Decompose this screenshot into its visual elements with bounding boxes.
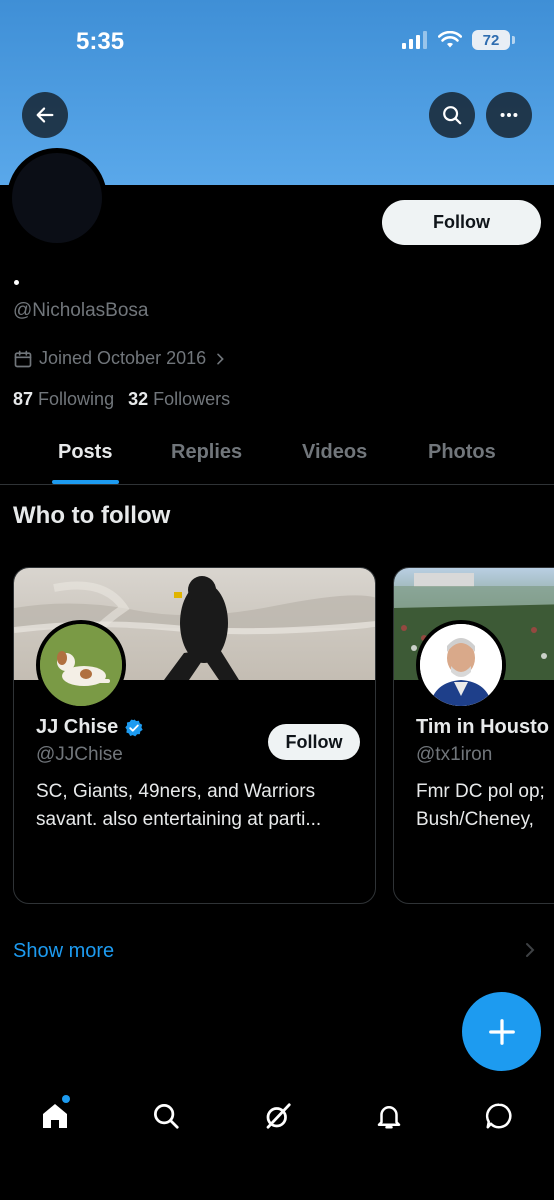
profile-avatar[interactable] bbox=[7, 148, 107, 248]
display-name bbox=[14, 280, 19, 285]
card-avatar bbox=[36, 620, 126, 710]
nav-notifications[interactable] bbox=[373, 1100, 405, 1132]
wifi-icon bbox=[438, 31, 462, 48]
show-more-link[interactable]: Show more bbox=[13, 940, 114, 963]
who-to-follow-title: Who to follow bbox=[13, 502, 171, 529]
following-link[interactable]: 87 Following bbox=[13, 389, 114, 410]
verified-badge-icon bbox=[125, 718, 143, 736]
active-tab-indicator bbox=[52, 480, 119, 484]
card-bio: SC, Giants, 49ners, and Warriors savant.… bbox=[36, 781, 322, 830]
card-bio-line: Bush/Cheney, bbox=[416, 809, 534, 830]
tab-replies[interactable]: Replies bbox=[171, 441, 242, 464]
more-button[interactable] bbox=[486, 92, 532, 138]
bell-icon bbox=[377, 1106, 401, 1129]
chevron-right-icon bbox=[524, 942, 536, 963]
chevron-right-icon bbox=[217, 353, 224, 364]
home-icon bbox=[43, 1104, 67, 1128]
home-notification-dot bbox=[62, 1095, 70, 1103]
signal-icon bbox=[402, 31, 427, 49]
followers-label: Followers bbox=[153, 389, 231, 409]
profile-tabs: Posts Replies Videos Photos bbox=[0, 425, 554, 485]
nav-messages[interactable] bbox=[483, 1100, 515, 1132]
followers-link[interactable]: 32 Followers bbox=[128, 389, 230, 410]
card-follow-button[interactable]: Follow bbox=[268, 724, 360, 760]
following-count: 87 bbox=[13, 389, 34, 409]
status-time: 5:35 bbox=[76, 28, 125, 55]
tab-photos[interactable]: Photos bbox=[428, 441, 496, 464]
plus-icon bbox=[488, 1018, 515, 1045]
card-bio-line: Fmr DC pol op; bbox=[416, 781, 545, 802]
card-handle: @tx1iron bbox=[416, 744, 493, 765]
followers-count: 32 bbox=[128, 389, 149, 409]
nav-home[interactable] bbox=[39, 1100, 71, 1132]
joined-text: Joined October 2016 bbox=[39, 348, 207, 368]
nav-grok[interactable] bbox=[262, 1100, 294, 1132]
bottom-nav bbox=[0, 1085, 554, 1200]
nav-search[interactable] bbox=[150, 1100, 182, 1132]
card-name-text: JJ Chise bbox=[36, 716, 119, 738]
search-icon bbox=[443, 106, 462, 125]
ellipsis-icon bbox=[500, 112, 518, 118]
following-label: Following bbox=[38, 389, 115, 409]
back-button[interactable] bbox=[22, 92, 68, 138]
dog-avatar-image bbox=[40, 624, 122, 706]
messages-icon bbox=[485, 1103, 512, 1129]
battery-indicator: 72 bbox=[472, 30, 515, 50]
calendar-icon bbox=[14, 350, 32, 367]
compose-post-button[interactable] bbox=[462, 992, 541, 1071]
arrow-left-icon bbox=[36, 107, 54, 123]
search-icon bbox=[154, 1104, 179, 1129]
card-bio: Fmr DC pol op; Bush/Cheney, bbox=[416, 778, 554, 834]
card-avatar bbox=[416, 620, 506, 710]
suggestion-card[interactable]: Tim in Housto @tx1iron Fmr DC pol op; Bu… bbox=[393, 567, 554, 904]
man-avatar-image bbox=[420, 624, 502, 706]
tab-videos[interactable]: Videos bbox=[302, 441, 367, 464]
follow-button[interactable]: Follow bbox=[382, 200, 541, 245]
follow-stats: 87 Following 32 Followers bbox=[13, 389, 230, 410]
profile-handle: @NicholasBosa bbox=[13, 300, 149, 321]
tab-posts[interactable]: Posts bbox=[58, 441, 112, 464]
joined-date[interactable]: Joined October 2016 bbox=[13, 348, 228, 369]
search-button[interactable] bbox=[429, 92, 475, 138]
card-name: Tim in Housto bbox=[416, 716, 549, 738]
status-icons: 72 bbox=[402, 30, 515, 50]
card-name: JJ Chise bbox=[36, 716, 144, 739]
suggestion-card[interactable]: JJ Chise @JJChise Follow SC, Giants, 49n… bbox=[13, 567, 376, 904]
grok-icon bbox=[266, 1103, 291, 1129]
card-handle: @JJChise bbox=[36, 744, 123, 765]
